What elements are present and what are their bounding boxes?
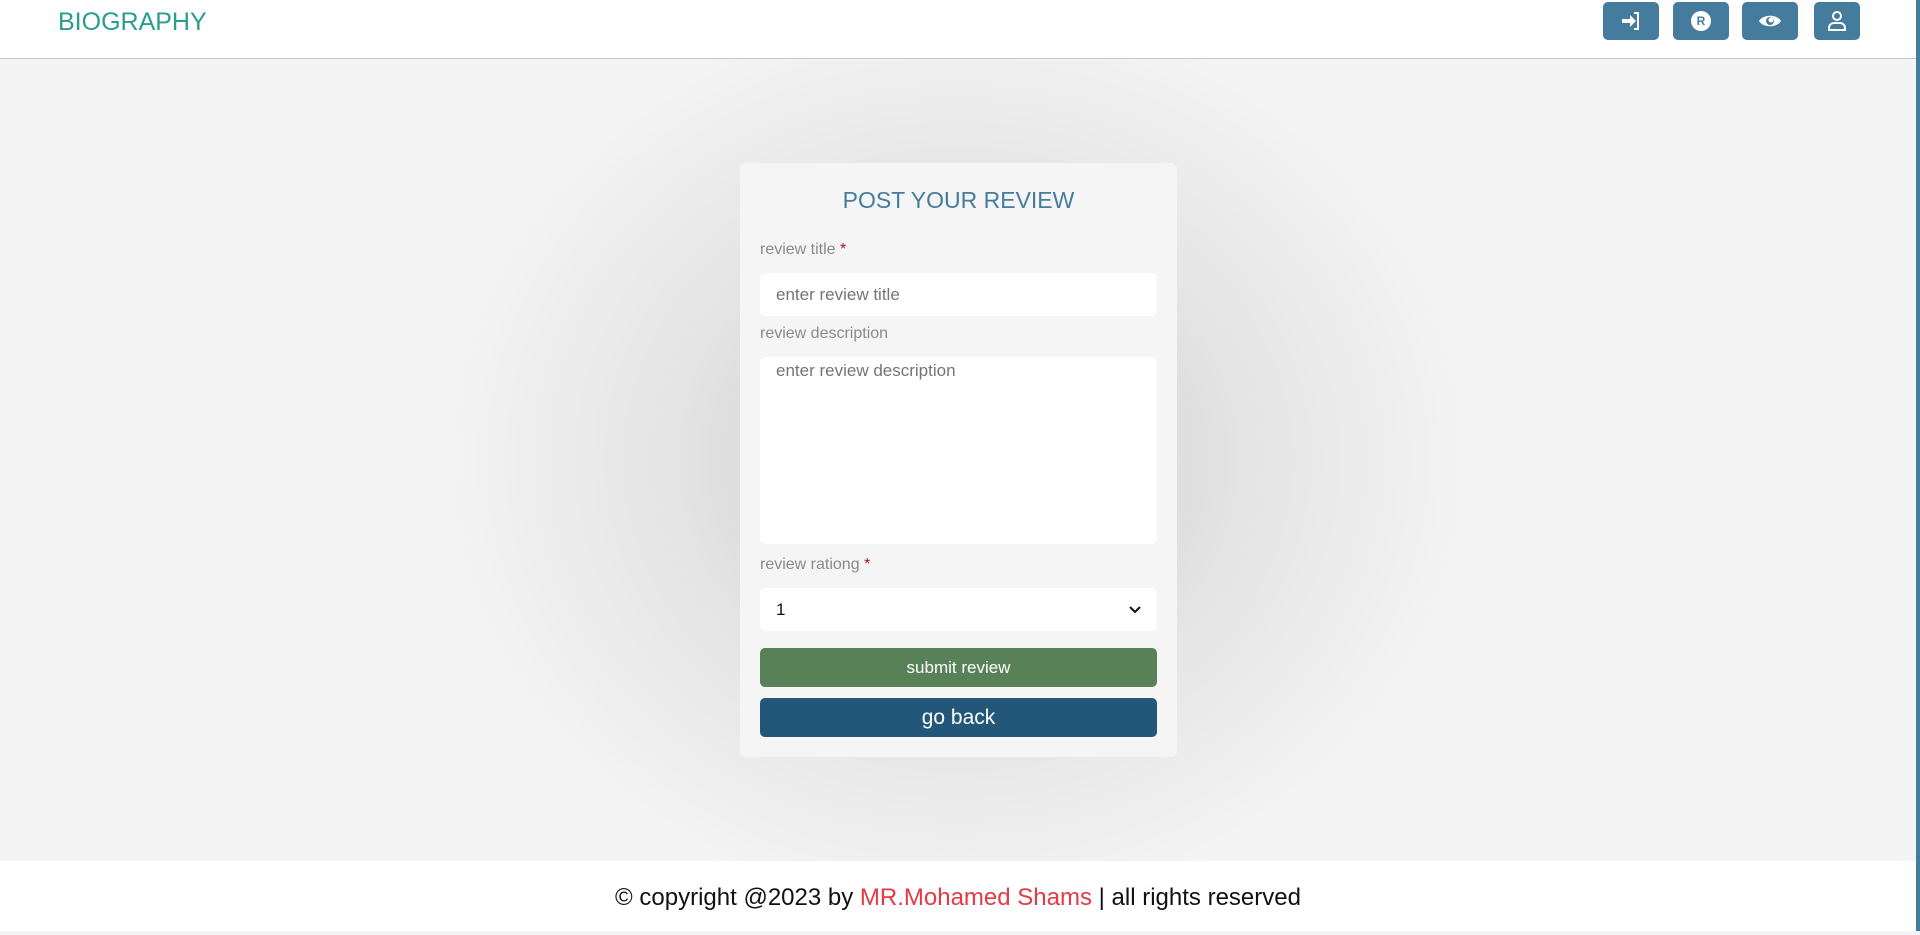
scrollbar[interactable] (1916, 0, 1920, 931)
register-icon: R (1691, 11, 1711, 31)
rating-selected-value: 1 (776, 599, 786, 619)
review-description-textarea[interactable] (760, 357, 1157, 544)
chevron-down-icon (1129, 605, 1141, 613)
brand-logo[interactable]: BIOGRAPHY (58, 8, 207, 37)
review-title-input[interactable] (760, 273, 1157, 316)
profile-button[interactable] (1814, 2, 1860, 40)
register-button[interactable]: R (1673, 2, 1729, 40)
eye-icon (1759, 15, 1781, 27)
review-description-label: review description (760, 325, 889, 342)
user-icon (1828, 11, 1846, 31)
copyright-text: © copyright @2023 by (615, 884, 860, 911)
review-rating-select[interactable]: 1 (760, 588, 1157, 631)
footer: © copyright @2023 by MR.Mohamed Shams | … (0, 861, 1916, 931)
review-form: POST YOUR REVIEW review title * review d… (740, 163, 1177, 757)
view-button[interactable] (1742, 2, 1798, 40)
login-button[interactable] (1603, 2, 1659, 40)
login-icon (1622, 12, 1639, 30)
submit-review-button[interactable]: submit review (760, 648, 1157, 687)
review-rating-label: review rationg * (760, 556, 871, 573)
review-title-label: review title * (760, 241, 847, 258)
author-name: MR.Mohamed Shams (859, 884, 1092, 911)
go-back-button[interactable]: go back (760, 698, 1157, 737)
rights-text: | all rights reserved (1091, 884, 1301, 911)
top-navbar: BIOGRAPHY R (0, 0, 1916, 59)
form-title: POST YOUR REVIEW (842, 187, 1075, 213)
